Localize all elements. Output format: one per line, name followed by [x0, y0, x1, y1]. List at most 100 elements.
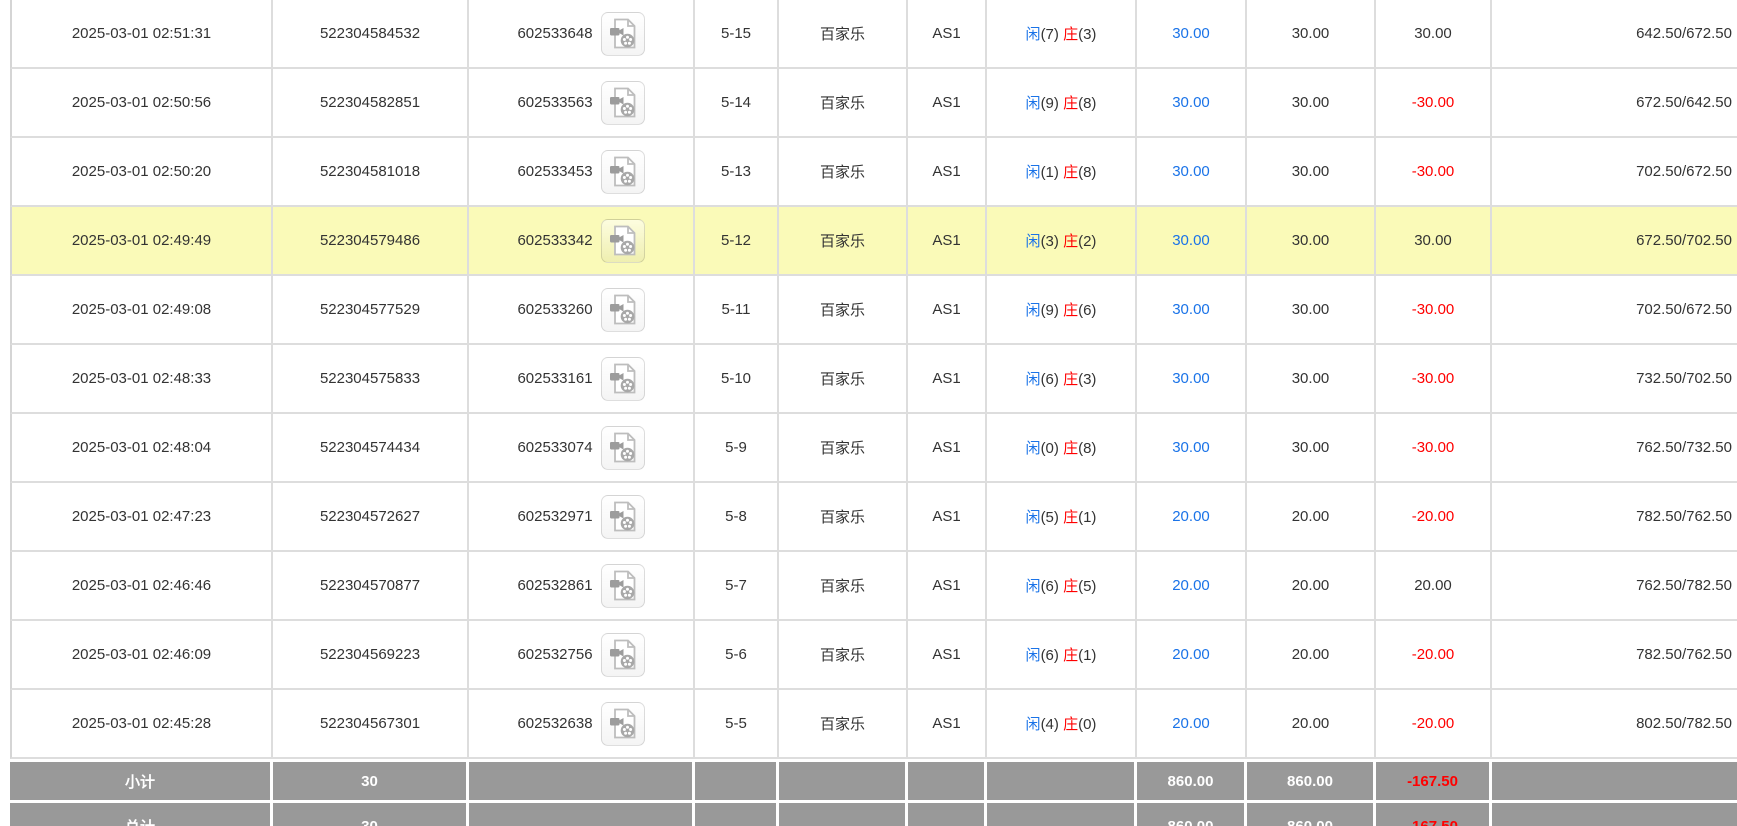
- summary-empty-cell: [469, 800, 695, 826]
- player-result-label: 闲: [1025, 164, 1041, 181]
- summary-empty-cell: [908, 759, 987, 800]
- game-round-id: 602532971: [517, 508, 593, 525]
- bet-time: 2025-03-01 02:46:46: [10, 552, 273, 621]
- player-result-label: 闲: [1025, 26, 1041, 43]
- round-number: 5-11: [695, 276, 779, 345]
- bet-amount-link[interactable]: 30.00: [1137, 414, 1247, 483]
- table-row: 2025-03-01 02:47:23 522304572627 6025329…: [10, 483, 1737, 552]
- order-id: 522304581018: [273, 138, 469, 207]
- game-round-id-cell: 602532638: [469, 690, 695, 759]
- bet-amount-link[interactable]: 30.00: [1137, 345, 1247, 414]
- video-file-icon: [609, 294, 635, 325]
- bet-time: 2025-03-01 02:48:04: [10, 414, 273, 483]
- game-round-id-cell: 602533453: [469, 138, 695, 207]
- game-name: 百家乐: [779, 690, 908, 759]
- game-name: 百家乐: [779, 207, 908, 276]
- game-round-id: 602532756: [517, 646, 593, 663]
- win-loss-amount: -20.00: [1376, 621, 1492, 690]
- player-result-points: (1): [1040, 164, 1059, 181]
- win-loss-amount: -30.00: [1376, 69, 1492, 138]
- table-name: AS1: [908, 0, 987, 69]
- game-result: 闲(6) 庄(1): [987, 621, 1137, 690]
- bet-amount-link[interactable]: 20.00: [1137, 552, 1247, 621]
- player-result-label: 闲: [1025, 647, 1041, 664]
- bet-amount-link[interactable]: 20.00: [1137, 483, 1247, 552]
- bet-time: 2025-03-01 02:46:09: [10, 621, 273, 690]
- video-replay-button[interactable]: [600, 425, 645, 470]
- game-result: 闲(5) 庄(1): [987, 483, 1137, 552]
- game-round-id-cell: 602533563: [469, 69, 695, 138]
- bet-time: 2025-03-01 02:50:56: [10, 69, 273, 138]
- bet-time: 2025-03-01 02:51:31: [10, 0, 273, 69]
- banker-result-points: (3): [1078, 371, 1097, 388]
- summary-valid-total: 860.00: [1247, 759, 1376, 800]
- bet-time: 2025-03-01 02:49:08: [10, 276, 273, 345]
- table-name: AS1: [908, 690, 987, 759]
- bet-amount-link[interactable]: 30.00: [1137, 276, 1247, 345]
- valid-amount: 20.00: [1247, 690, 1376, 759]
- bet-amount-link[interactable]: 30.00: [1137, 138, 1247, 207]
- order-id: 522304579486: [273, 207, 469, 276]
- table-name: AS1: [908, 138, 987, 207]
- bet-time: 2025-03-01 02:48:33: [10, 345, 273, 414]
- game-result: 闲(3) 庄(2): [987, 207, 1137, 276]
- bet-amount-link[interactable]: 30.00: [1137, 207, 1247, 276]
- video-replay-button[interactable]: [600, 356, 645, 401]
- video-replay-button[interactable]: [600, 494, 645, 539]
- summary-row: 总计 30 860.00 860.00 -167.50: [10, 800, 1737, 826]
- player-result-points: (3): [1040, 233, 1059, 250]
- video-file-icon: [609, 156, 635, 187]
- win-loss-amount: 30.00: [1376, 207, 1492, 276]
- banker-result-points: (8): [1078, 164, 1097, 181]
- bet-amount-link[interactable]: 30.00: [1137, 69, 1247, 138]
- game-name: 百家乐: [779, 345, 908, 414]
- summary-row: 小计 30 860.00 860.00 -167.50: [10, 759, 1737, 800]
- win-loss-amount: -20.00: [1376, 483, 1492, 552]
- video-replay-button[interactable]: [600, 287, 645, 332]
- round-number: 5-13: [695, 138, 779, 207]
- summary-empty-cell: [987, 800, 1137, 826]
- game-round-id-cell: 602532861: [469, 552, 695, 621]
- summary-win-loss-total: -167.50: [1376, 759, 1492, 800]
- video-file-icon: [609, 18, 635, 49]
- video-replay-button[interactable]: [600, 563, 645, 608]
- order-id: 522304584532: [273, 0, 469, 69]
- player-result-points: (6): [1040, 647, 1059, 664]
- video-replay-button[interactable]: [600, 218, 645, 263]
- banker-result-points: (0): [1078, 716, 1097, 733]
- bet-records-table-container: 2025-03-01 02:51:31 522304584532 6025336…: [0, 0, 1737, 826]
- order-id: 522304577529: [273, 276, 469, 345]
- win-loss-amount: -30.00: [1376, 414, 1492, 483]
- video-file-icon: [609, 708, 635, 739]
- video-replay-button[interactable]: [600, 632, 645, 677]
- summary-label: 小计: [10, 759, 273, 800]
- bet-amount-link[interactable]: 20.00: [1137, 690, 1247, 759]
- table-row: 2025-03-01 02:45:28 522304567301 6025326…: [10, 690, 1737, 759]
- valid-amount: 30.00: [1247, 138, 1376, 207]
- game-result: 闲(7) 庄(3): [987, 0, 1137, 69]
- bet-time: 2025-03-01 02:50:20: [10, 138, 273, 207]
- bet-amount-link[interactable]: 30.00: [1137, 0, 1247, 69]
- bet-time: 2025-03-01 02:45:28: [10, 690, 273, 759]
- bet-amount-link[interactable]: 20.00: [1137, 621, 1247, 690]
- banker-result-label: 庄: [1063, 440, 1079, 457]
- video-replay-button[interactable]: [600, 11, 645, 56]
- round-number: 5-9: [695, 414, 779, 483]
- video-replay-button[interactable]: [600, 80, 645, 125]
- bet-records-table: 2025-03-01 02:51:31 522304584532 6025336…: [10, 0, 1737, 826]
- table-row: 2025-03-01 02:48:04 522304574434 6025330…: [10, 414, 1737, 483]
- banker-result-points: (8): [1078, 95, 1097, 112]
- banker-result-label: 庄: [1063, 716, 1079, 733]
- video-file-icon: [609, 432, 635, 463]
- win-loss-amount: 30.00: [1376, 0, 1492, 69]
- summary-valid-total: 860.00: [1247, 800, 1376, 826]
- table-row: 2025-03-01 02:49:08 522304577529 6025332…: [10, 276, 1737, 345]
- video-replay-button[interactable]: [600, 701, 645, 746]
- game-result: 闲(0) 庄(8): [987, 414, 1137, 483]
- video-file-icon: [609, 639, 635, 670]
- valid-amount: 30.00: [1247, 69, 1376, 138]
- table-name: AS1: [908, 483, 987, 552]
- video-replay-button[interactable]: [600, 149, 645, 194]
- balance: 782.50/762.50: [1492, 621, 1737, 690]
- banker-result-label: 庄: [1063, 95, 1079, 112]
